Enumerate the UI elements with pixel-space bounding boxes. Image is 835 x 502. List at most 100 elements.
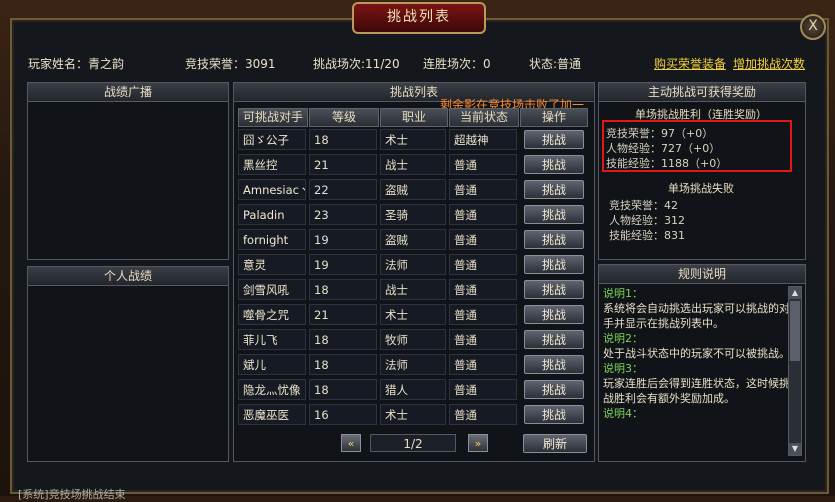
rule-2-text: 处于战斗状态中的玩家不可以被挑战。 (603, 347, 790, 360)
cell-name: Amnesiacヽ (238, 179, 306, 200)
cell-class: 术士 (380, 304, 446, 325)
scroll-down-icon[interactable]: ▼ (789, 443, 801, 455)
cell-name: 隐龙灬忧像 (238, 379, 306, 400)
cell-class: 盗贼 (380, 229, 446, 250)
window-title: 挑战列表 (352, 2, 486, 34)
challenge-button[interactable]: 挑战 (524, 155, 584, 174)
cell-level: 21 (309, 154, 377, 175)
close-button[interactable]: X (800, 14, 826, 40)
cell-status: 普通 (449, 179, 517, 200)
cell-level: 18 (309, 329, 377, 350)
challenge-button[interactable]: 挑战 (524, 230, 584, 249)
cell-level: 22 (309, 179, 377, 200)
lose-skill-exp: 技能经验：831 (609, 229, 685, 242)
cell-name: 囧ゞ公子 (238, 129, 306, 150)
col-class: 职业 (380, 108, 448, 127)
reward-header: 主动挑战可获得奖励 (599, 83, 805, 102)
cell-name: 恶魔巫医 (238, 404, 306, 425)
player-name: 玩家姓名：青之韵 (28, 57, 125, 71)
rules-text: 说明1： 系统将会自动挑选出玩家可以挑战的对手并显示在挑战列表中。 说明2： 处… (603, 286, 791, 456)
challenge-button[interactable]: 挑战 (524, 405, 584, 424)
personal-record-panel: 个人战绩 (27, 266, 229, 462)
col-action: 操作 (520, 108, 588, 127)
battle-broadcast-panel: 战绩广播 (27, 82, 229, 260)
cell-name: fornight (238, 229, 306, 250)
buy-honor-equipment-link[interactable]: 购买荣誉装备 (654, 55, 726, 72)
challenge-button[interactable]: 挑战 (524, 255, 584, 274)
cell-name: 斌儿 (238, 354, 306, 375)
cell-status: 普通 (449, 254, 517, 275)
col-opponent: 可挑战对手 (238, 108, 308, 127)
rule-3-text: 玩家连胜后会得到连胜状态，这时候挑战胜利会有额外奖励加成。 (603, 377, 790, 405)
add-challenge-count-link[interactable]: 增加挑战次数 (733, 55, 805, 72)
col-status: 当前状态 (449, 108, 519, 127)
cell-level: 21 (309, 304, 377, 325)
cell-status: 普通 (449, 329, 517, 350)
lose-honor: 竞技荣誉：42 (609, 199, 678, 212)
cell-class: 牧师 (380, 329, 446, 350)
next-page-button[interactable]: » (468, 434, 488, 452)
scroll-up-icon[interactable]: ▲ (789, 287, 801, 299)
challenge-button[interactable]: 挑战 (524, 305, 584, 324)
challenge-button[interactable]: 挑战 (524, 180, 584, 199)
rules-header: 规则说明 (599, 265, 805, 284)
rule-1-label: 说明1： (603, 287, 643, 300)
cell-class: 盗贼 (380, 179, 446, 200)
cell-class: 术士 (380, 129, 446, 150)
rules-scrollbar[interactable]: ▲ ▼ (788, 286, 802, 456)
challenge-button[interactable]: 挑战 (524, 380, 584, 399)
cell-class: 圣骑 (380, 204, 446, 225)
cell-status: 普通 (449, 229, 517, 250)
cell-class: 猎人 (380, 379, 446, 400)
cell-level: 18 (309, 279, 377, 300)
challenge-count: 挑战场次:11/20 (313, 57, 400, 71)
prev-page-button[interactable]: « (341, 434, 361, 452)
cell-level: 16 (309, 404, 377, 425)
cell-status: 普通 (449, 304, 517, 325)
challenge-button[interactable]: 挑战 (524, 355, 584, 374)
cell-class: 战士 (380, 279, 446, 300)
cell-name: 噬骨之咒 (238, 304, 306, 325)
cell-level: 23 (309, 204, 377, 225)
cell-status: 普通 (449, 404, 517, 425)
rule-2-label: 说明2： (603, 332, 643, 345)
highlight-box (602, 120, 792, 172)
cell-class: 术士 (380, 404, 446, 425)
cell-status: 普通 (449, 379, 517, 400)
rule-3-label: 说明3： (603, 362, 643, 375)
cell-status: 超越神 (449, 129, 517, 150)
cell-level: 18 (309, 379, 377, 400)
cell-name: 剑雪风吼 (238, 279, 306, 300)
cell-class: 战士 (380, 154, 446, 175)
battle-broadcast-header: 战绩广播 (28, 83, 228, 102)
cell-name: Paladin (238, 204, 306, 225)
status-value: 状态:普通 (529, 57, 582, 71)
lose-char-exp: 人物经验：312 (609, 214, 685, 227)
challenge-button[interactable]: 挑战 (524, 330, 584, 349)
cell-level: 19 (309, 254, 377, 275)
cell-level: 19 (309, 229, 377, 250)
cell-name: 意灵 (238, 254, 306, 275)
col-level: 等级 (309, 108, 379, 127)
rule-1-text: 系统将会自动挑选出玩家可以挑战的对手并显示在挑战列表中。 (603, 302, 790, 330)
cell-name: 菲儿飞 (238, 329, 306, 350)
cell-class: 法师 (380, 354, 446, 375)
system-message: [系统]竞技场挑战结束 (18, 488, 126, 501)
cell-status: 普通 (449, 354, 517, 375)
page-indicator: 1/2 (370, 434, 456, 452)
challenge-button[interactable]: 挑战 (524, 130, 584, 149)
challenge-button[interactable]: 挑战 (524, 205, 584, 224)
cell-level: 18 (309, 354, 377, 375)
honor-value: 竞技荣誉：3091 (185, 57, 276, 71)
cell-name: 黑丝控 (238, 154, 306, 175)
cell-status: 普通 (449, 154, 517, 175)
cell-level: 18 (309, 129, 377, 150)
cell-status: 普通 (449, 204, 517, 225)
refresh-button[interactable]: 刷新 (523, 434, 587, 453)
win-streak: 连胜场次：0 (423, 57, 491, 71)
personal-record-header: 个人战绩 (28, 267, 228, 286)
player-info-bar: 玩家姓名：青之韵 竞技荣誉：3091 挑战场次:11/20 连胜场次：0 状态:… (28, 55, 805, 71)
challenge-button[interactable]: 挑战 (524, 280, 584, 299)
scroll-thumb[interactable] (790, 301, 800, 361)
lose-reward-title: 单场挑战失败 (668, 182, 734, 195)
